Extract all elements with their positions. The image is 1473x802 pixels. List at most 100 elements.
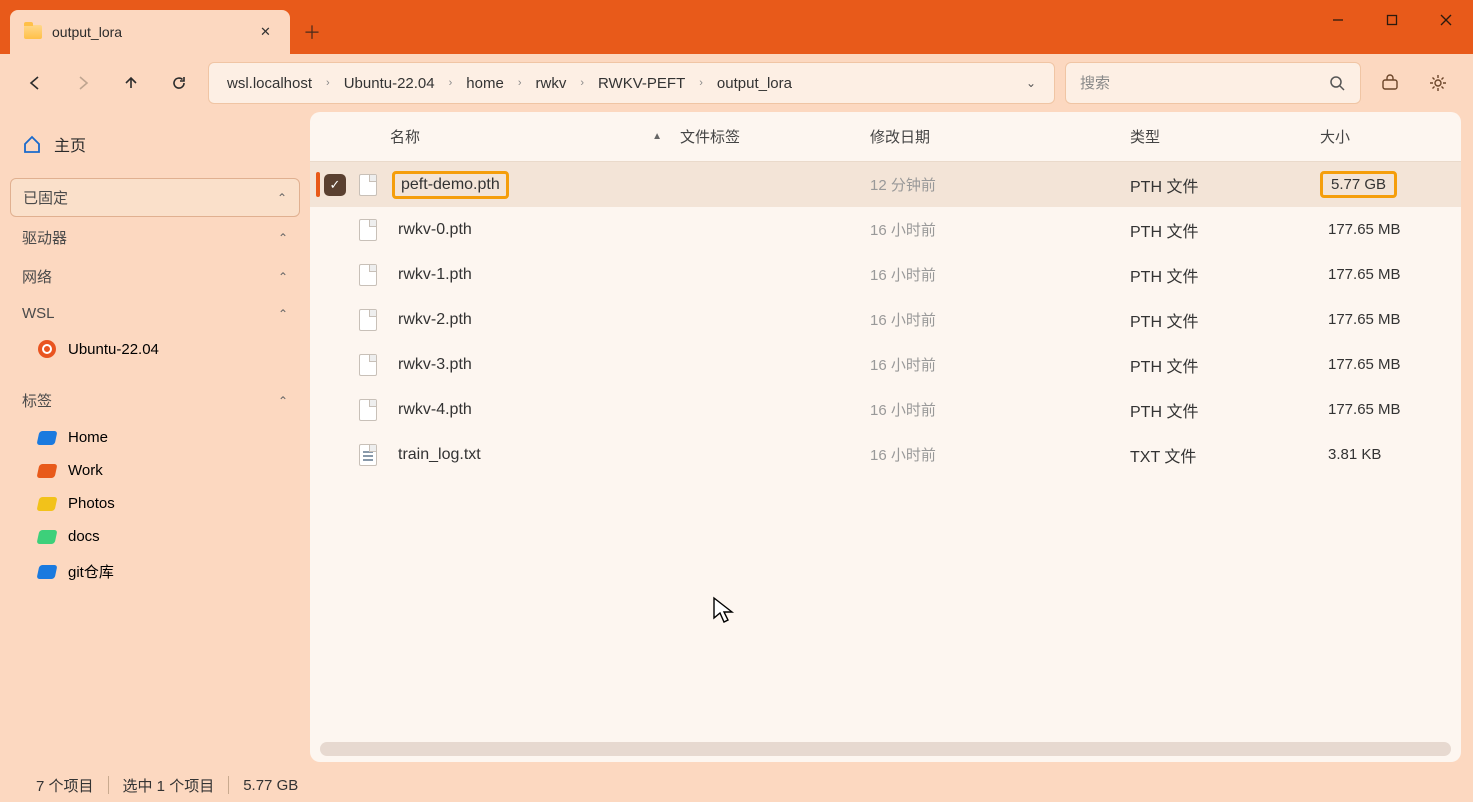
horizontal-scrollbar[interactable] xyxy=(320,742,1451,756)
file-date: 16 小时前 xyxy=(870,444,1130,465)
toolbox-icon[interactable] xyxy=(1371,64,1409,102)
maximize-button[interactable] xyxy=(1365,0,1419,40)
col-header-tags-label: 文件标签 xyxy=(680,129,740,146)
sidebar-network-label: 网络 xyxy=(22,266,52,287)
file-name: train_log.txt xyxy=(392,444,487,466)
sidebar-pinned-label: 已固定 xyxy=(23,187,68,208)
status-selected-size: 5.77 GB xyxy=(229,777,312,794)
chevron-up-icon: ⌃ xyxy=(277,191,287,205)
chevron-up-icon: ⌃ xyxy=(278,231,288,245)
back-button[interactable] xyxy=(16,64,54,102)
search-icon[interactable] xyxy=(1329,75,1346,92)
minimize-button[interactable] xyxy=(1311,0,1365,40)
file-row[interactable]: rwkv-4.pth 16 小时前 PTH 文件 177.65 MB xyxy=(310,387,1461,432)
sidebar-tag-item[interactable]: docs xyxy=(10,520,300,553)
file-row[interactable]: rwkv-3.pth 16 小时前 PTH 文件 177.65 MB xyxy=(310,342,1461,387)
file-type: TXT 文件 xyxy=(1130,443,1320,467)
file-icon xyxy=(359,174,377,196)
column-headers: 名称 ▲ 文件标签 修改日期 类型 大小 xyxy=(310,112,1461,162)
sidebar-drives-label: 驱动器 xyxy=(22,227,67,248)
file-size: 5.77 GB xyxy=(1320,171,1397,198)
sidebar-drives-section[interactable]: 驱动器 ⌃ xyxy=(10,219,300,256)
file-icon xyxy=(359,399,377,421)
folder-icon xyxy=(24,25,42,39)
col-header-size-label: 大小 xyxy=(1320,129,1350,146)
sidebar-tag-label: docs xyxy=(68,528,100,545)
chevron-right-icon: › xyxy=(322,77,334,89)
sidebar-home-label: 主页 xyxy=(54,132,86,156)
file-size: 177.65 MB xyxy=(1320,399,1409,420)
file-date: 16 小时前 xyxy=(870,264,1130,285)
col-header-name[interactable]: 名称 ▲ xyxy=(310,126,680,147)
forward-button[interactable] xyxy=(64,64,102,102)
breadcrumb-segment[interactable]: RWKV-PEFT xyxy=(592,73,691,94)
file-list[interactable]: ✓ peft-demo.pth 12 分钟前 PTH 文件 5.77 GB rw… xyxy=(310,162,1461,742)
chevron-up-icon: ⌃ xyxy=(278,270,288,284)
sidebar-wsl-label: WSL xyxy=(22,305,55,322)
sidebar-tag-item[interactable]: Home xyxy=(10,421,300,454)
file-row[interactable]: ✓ peft-demo.pth 12 分钟前 PTH 文件 5.77 GB xyxy=(310,162,1461,207)
sidebar-home[interactable]: 主页 xyxy=(10,124,300,164)
col-header-tags[interactable]: 文件标签 xyxy=(680,126,870,147)
breadcrumb-segment[interactable]: home xyxy=(460,73,510,94)
sidebar-tag-item[interactable]: git仓库 xyxy=(10,553,300,590)
close-tab-button[interactable]: ✕ xyxy=(260,24,276,40)
col-header-size[interactable]: 大小 xyxy=(1320,126,1461,147)
tag-icon xyxy=(37,565,58,579)
breadcrumb-dropdown[interactable]: ⌄ xyxy=(1020,70,1042,96)
file-row[interactable]: train_log.txt 16 小时前 TXT 文件 3.81 KB xyxy=(310,432,1461,477)
close-window-button[interactable] xyxy=(1419,0,1473,40)
file-row[interactable]: rwkv-2.pth 16 小时前 PTH 文件 177.65 MB xyxy=(310,297,1461,342)
file-icon xyxy=(359,444,377,466)
breadcrumb-segment[interactable]: output_lora xyxy=(711,73,798,94)
file-type: PTH 文件 xyxy=(1130,353,1320,377)
up-button[interactable] xyxy=(112,64,150,102)
chevron-right-icon: › xyxy=(445,77,457,89)
toolbar: wsl.localhost›Ubuntu-22.04›home›rwkv›RWK… xyxy=(0,54,1473,112)
file-type: PTH 文件 xyxy=(1130,218,1320,242)
chevron-right-icon: › xyxy=(576,77,588,89)
chevron-right-icon: › xyxy=(514,77,526,89)
tag-icon xyxy=(37,530,58,544)
chevron-up-icon: ⌃ xyxy=(278,394,288,408)
status-bar: 7 个项目 选中 1 个项目 5.77 GB xyxy=(0,768,1473,802)
sidebar: 主页 已固定 ⌃ 驱动器 ⌃ 网络 ⌃ WSL ⌃ Ubuntu-22.04 标… xyxy=(0,112,310,768)
breadcrumb-segment[interactable]: wsl.localhost xyxy=(221,73,318,94)
search-input[interactable] xyxy=(1080,75,1329,92)
sidebar-tag-item[interactable]: Work xyxy=(10,454,300,487)
settings-icon[interactable] xyxy=(1419,64,1457,102)
sidebar-network-section[interactable]: 网络 ⌃ xyxy=(10,258,300,295)
checkbox-checked-icon[interactable]: ✓ xyxy=(324,174,346,196)
col-header-type[interactable]: 类型 xyxy=(1130,126,1320,147)
file-icon xyxy=(359,219,377,241)
breadcrumb[interactable]: wsl.localhost›Ubuntu-22.04›home›rwkv›RWK… xyxy=(208,62,1055,104)
tab-output-lora[interactable]: output_lora ✕ xyxy=(10,10,290,54)
sidebar-tag-label: Photos xyxy=(68,495,115,512)
file-row[interactable]: rwkv-0.pth 16 小时前 PTH 文件 177.65 MB xyxy=(310,207,1461,252)
sidebar-wsl-section[interactable]: WSL ⌃ xyxy=(10,297,300,330)
file-date: 16 小时前 xyxy=(870,399,1130,420)
refresh-button[interactable] xyxy=(160,64,198,102)
file-name: rwkv-2.pth xyxy=(392,309,478,331)
breadcrumb-segment[interactable]: rwkv xyxy=(530,73,573,94)
col-header-date[interactable]: 修改日期 xyxy=(870,126,1130,147)
titlebar: output_lora ✕ ＋ xyxy=(0,0,1473,54)
file-size: 3.81 KB xyxy=(1320,444,1389,465)
sidebar-tag-label: Home xyxy=(68,429,108,446)
search-box[interactable] xyxy=(1065,62,1361,104)
status-item-count: 7 个项目 xyxy=(22,775,108,796)
new-tab-button[interactable]: ＋ xyxy=(290,10,334,54)
col-header-date-label: 修改日期 xyxy=(870,129,930,146)
tag-icon xyxy=(37,431,58,445)
file-name: rwkv-4.pth xyxy=(392,399,478,421)
sidebar-tag-item[interactable]: Photos xyxy=(10,487,300,520)
sidebar-wsl-ubuntu[interactable]: Ubuntu-22.04 xyxy=(10,332,300,366)
sidebar-tags-section[interactable]: 标签 ⌃ xyxy=(10,382,300,419)
breadcrumb-segment[interactable]: Ubuntu-22.04 xyxy=(338,73,441,94)
file-row[interactable]: rwkv-1.pth 16 小时前 PTH 文件 177.65 MB xyxy=(310,252,1461,297)
sidebar-tags-label: 标签 xyxy=(22,390,52,411)
ubuntu-icon xyxy=(38,340,56,358)
window-controls xyxy=(1311,0,1473,40)
sidebar-pinned-section[interactable]: 已固定 ⌃ xyxy=(10,178,300,217)
file-type: PTH 文件 xyxy=(1130,173,1320,197)
